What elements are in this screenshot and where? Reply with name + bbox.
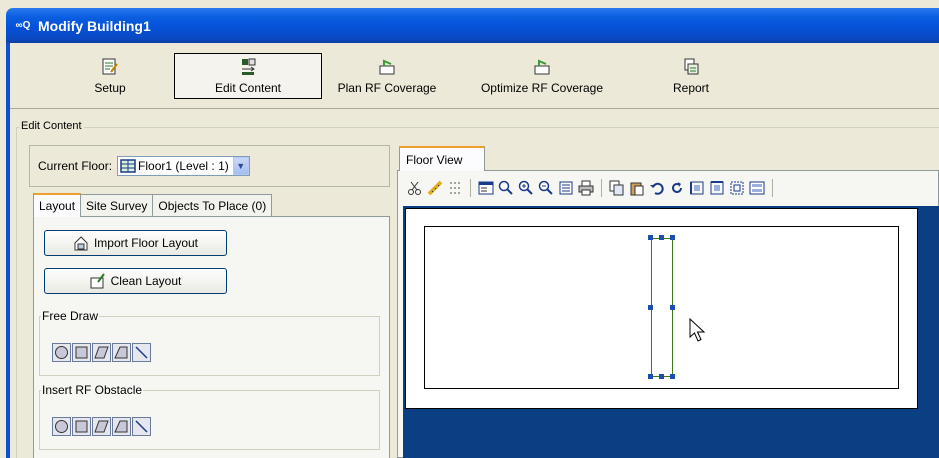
selection-handle[interactable] [648,374,653,379]
free-draw-label: Free Draw [41,309,100,323]
network-app-icon: ∞Q [15,20,31,31]
parallelogram-tool-icon[interactable] [92,343,111,362]
left-tabs: Layout Site Survey Objects To Place (0) [33,193,273,217]
edit-content-icon [239,58,257,76]
chevron-down-icon[interactable]: ▼ [232,157,249,175]
selection-handle[interactable] [648,235,653,240]
floor-view-toolbar [406,176,777,200]
import-icon [73,235,89,251]
window-title: Modify Building1 [38,17,151,34]
align-top-icon[interactable] [708,179,726,197]
mouse-cursor-icon [689,317,706,347]
line-tool-icon[interactable] [132,417,151,436]
insert-rf-obstacle-label: Insert RF Obstacle [41,383,144,397]
optimize-rf-coverage-button[interactable]: Optimize RF Coverage [467,53,617,99]
zoom-icon[interactable] [497,179,515,197]
selection-handle[interactable] [670,235,675,240]
refresh-icon[interactable] [668,179,686,197]
import-floor-layout-button[interactable]: Import Floor Layout [44,230,227,256]
selection-handle[interactable] [659,374,664,379]
rf-obstacle-tools [52,417,151,436]
cut-icon[interactable] [406,179,424,197]
plan-rf-coverage-button[interactable]: Plan RF Coverage [318,53,456,99]
copy-icon[interactable] [608,179,626,197]
setup-button[interactable]: Setup [70,53,150,99]
toolbar-separator [470,179,471,197]
selection-handle[interactable] [659,235,664,240]
paste-icon[interactable] [628,179,646,197]
selection-handle[interactable] [648,305,653,310]
setup-icon [101,58,119,76]
list-icon[interactable] [557,179,575,197]
selection-handle[interactable] [670,374,675,379]
zoom-out-icon[interactable] [537,179,555,197]
floor-select[interactable]: Floor1 (Level : 1) ▼ [117,156,250,176]
selection-handle[interactable] [670,305,675,310]
toolbar-separator [601,179,602,197]
optimize-rf-icon [533,58,551,76]
tab-site-survey[interactable]: Site Survey [80,194,154,217]
toolbar-separator [772,179,773,197]
properties-icon[interactable] [477,179,495,197]
parallelogram-tool-icon[interactable] [92,417,111,436]
tab-layout[interactable]: Layout [33,193,82,217]
report-icon [682,58,700,76]
workflow-toolbar: Setup Edit Content Plan RF Coverage Opti… [10,43,939,109]
free-draw-tools [52,343,151,362]
trapezoid-tool-icon[interactable] [112,343,131,362]
line-tool-icon[interactable] [132,343,151,362]
title-bar: ∞Q Modify Building1 [6,8,939,43]
ruler-icon[interactable] [426,179,444,197]
report-button[interactable]: Report [661,53,721,99]
rectangle-tool-icon[interactable] [72,343,91,362]
zoom-in-icon[interactable] [517,179,535,197]
current-floor-label: Current Floor: [38,159,113,173]
floor-select-value: Floor1 (Level : 1) [138,159,229,173]
print-icon[interactable] [577,179,595,197]
fit-icon[interactable] [728,179,746,197]
floor-icon [120,159,136,173]
tab-floor-view[interactable]: Floor View [399,146,485,171]
current-floor-row: Current Floor: Floor1 (Level : 1) ▼ [29,145,390,187]
layers-icon[interactable] [748,179,766,197]
align-left-icon[interactable] [688,179,706,197]
edit-content-button[interactable]: Edit Content [174,53,322,99]
rectangle-tool-icon[interactable] [72,417,91,436]
trapezoid-tool-icon[interactable] [112,417,131,436]
circle-tool-icon[interactable] [52,417,71,436]
grid-icon[interactable] [446,179,464,197]
edit-content-group-label: Edit Content [19,120,84,132]
tab-objects-to-place[interactable]: Objects To Place (0) [152,194,273,217]
circle-tool-icon[interactable] [52,343,71,362]
clean-layout-icon [90,273,106,289]
plan-rf-icon [378,58,396,76]
undo-icon[interactable] [648,179,666,197]
clean-layout-button[interactable]: Clean Layout [44,268,227,294]
